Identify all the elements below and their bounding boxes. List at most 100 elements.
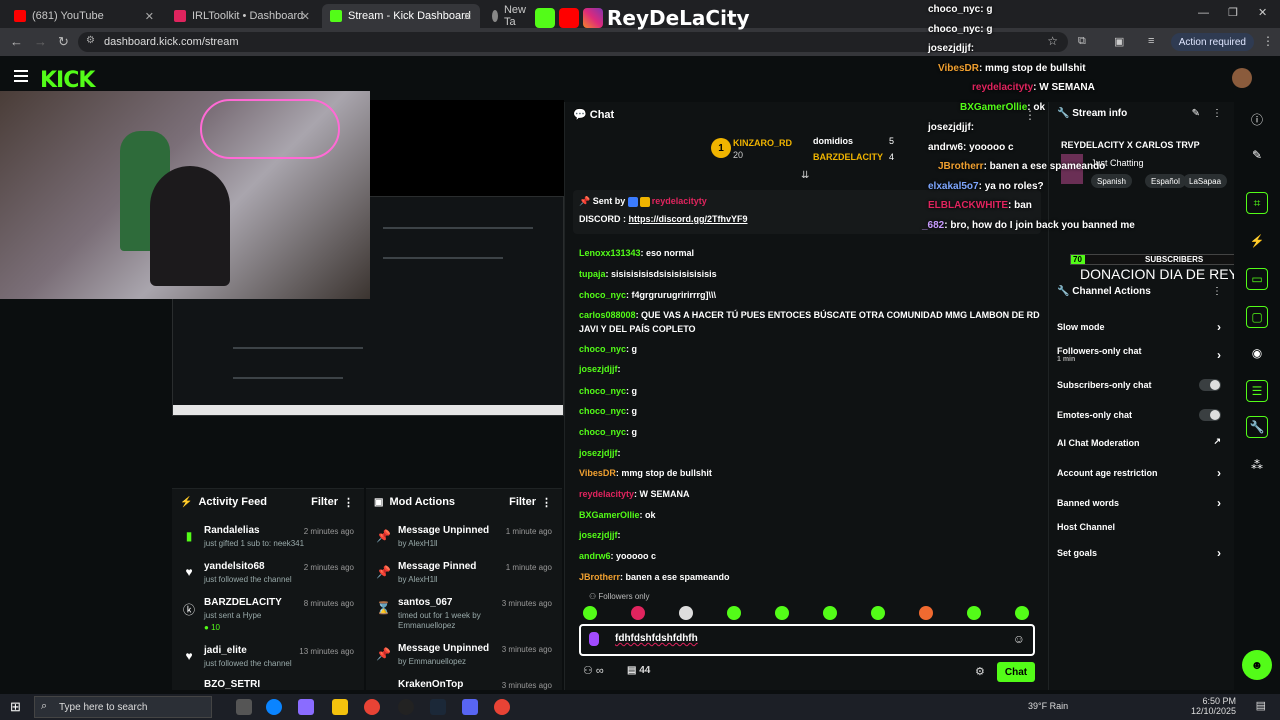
hamburger-menu-icon[interactable]: [14, 70, 28, 82]
browser-menu-icon[interactable]: ⋮: [1262, 34, 1274, 48]
site-info-icon[interactable]: ⚙: [86, 35, 95, 46]
chat-username[interactable]: VibesDR: [579, 468, 616, 478]
mod-action-name[interactable]: santos_067: [398, 597, 452, 608]
more-options-icon[interactable]: ⋮: [541, 496, 552, 509]
mod-action-name[interactable]: KrakenOnTop: [398, 679, 463, 690]
more-options-icon[interactable]: ⋮: [343, 496, 354, 509]
activity-user[interactable]: jadi_elite: [204, 645, 247, 656]
chat-username[interactable]: carlos088008: [579, 310, 636, 320]
chat-username[interactable]: josezjdjjf: [579, 448, 618, 458]
emote-icon[interactable]: [583, 606, 597, 620]
lightning-icon[interactable]: ⚡: [1246, 230, 1268, 252]
emoji-icon[interactable]: ☺: [1013, 632, 1025, 646]
tab-search-icon[interactable]: ▣: [1114, 35, 1124, 48]
window-close-icon[interactable]: ✕: [1258, 6, 1267, 19]
taskbar-search[interactable]: ⌕ Type here to search: [34, 696, 212, 718]
maximize-icon[interactable]: ❐: [1228, 6, 1238, 19]
reload-icon[interactable]: ↻: [58, 34, 69, 50]
activity-user[interactable]: Randalelias: [204, 525, 260, 536]
tab-irltoolkit[interactable]: IRLToolkit • Dashboard ✕: [166, 4, 318, 28]
tab-kick-dashboard[interactable]: Stream - Kick Dashboard ✕: [322, 4, 480, 28]
forward-icon[interactable]: →: [34, 34, 47, 49]
obs-icon[interactable]: [398, 699, 414, 715]
emote-icon[interactable]: [631, 606, 645, 620]
stream-tag[interactable]: Spanish: [1091, 174, 1132, 188]
broadcast-icon[interactable]: ◉: [1246, 342, 1268, 364]
set-goals-item[interactable]: Set goals ›: [1057, 546, 1227, 560]
emote-icon[interactable]: [967, 606, 981, 620]
chat-username[interactable]: choco_nyc: [579, 344, 626, 354]
chat-username[interactable]: choco_nyc: [579, 290, 626, 300]
emote-icon[interactable]: [823, 606, 837, 620]
collapse-gifters-icon[interactable]: ⇊: [801, 170, 809, 181]
chat-username[interactable]: josezjdjjf: [579, 364, 618, 374]
gifter-name[interactable]: KINZARO_RD: [733, 138, 792, 148]
url-field[interactable]: ⚙ dashboard.kick.com/stream ☆: [78, 32, 1068, 52]
followers-only-chat-item[interactable]: Followers-only chat 1 min ›: [1057, 346, 1227, 363]
emote-icon[interactable]: [727, 606, 741, 620]
host-channel-item[interactable]: Host Channel: [1057, 522, 1227, 532]
more-options-icon[interactable]: ⋮: [1212, 286, 1222, 297]
share-icon[interactable]: ⁂: [1246, 454, 1268, 476]
notification-icon[interactable]: ▤: [1256, 699, 1266, 712]
emote-icon[interactable]: [1015, 606, 1029, 620]
chat-username[interactable]: choco_nyc: [579, 386, 626, 396]
pencil-icon[interactable]: ✎: [1246, 144, 1268, 166]
discord-icon[interactable]: [462, 699, 478, 715]
activity-user[interactable]: BARZDELACITY: [204, 597, 282, 608]
windows-start-icon[interactable]: ⊞: [10, 699, 21, 715]
back-icon[interactable]: ←: [10, 34, 23, 49]
activity-user[interactable]: BZO_SETRI: [204, 679, 260, 690]
send-chat-button[interactable]: Chat: [997, 662, 1035, 682]
chrome-active-icon[interactable]: [494, 699, 510, 715]
infinity-icon[interactable]: ⚇ ∞: [583, 664, 604, 677]
action-required-button[interactable]: Action required: [1170, 33, 1254, 51]
more-options-icon[interactable]: ⋮: [1212, 108, 1222, 119]
media-icon[interactable]: ≡: [1148, 35, 1154, 47]
chat-input[interactable]: fdhfdshfdshfdhfh ☺: [579, 624, 1035, 656]
chat-username[interactable]: choco_nyc: [579, 406, 626, 416]
filter-button[interactable]: Filter: [311, 496, 338, 508]
help-fab-icon[interactable]: ☻: [1242, 650, 1272, 680]
chat-settings-icon[interactable]: ⚙: [975, 665, 985, 678]
microphone-icon[interactable]: [589, 632, 599, 646]
banned-words-item[interactable]: Banned words ›: [1057, 496, 1227, 510]
edit-icon[interactable]: ✎: [1192, 108, 1200, 119]
filter-button[interactable]: Filter: [509, 496, 536, 508]
emote-icon[interactable]: [775, 606, 789, 620]
chat-username[interactable]: tupaja: [579, 269, 606, 279]
chat-username[interactable]: andrw6: [579, 551, 611, 561]
info-icon[interactable]: ⓘ: [1246, 108, 1268, 130]
extensions-icon[interactable]: ⧉: [1078, 35, 1086, 48]
emote-icon[interactable]: [679, 606, 693, 620]
minimize-icon[interactable]: —: [1198, 7, 1209, 19]
account-age-item[interactable]: Account age restriction ›: [1057, 466, 1227, 480]
chat-username[interactable]: reydelacityty: [579, 489, 634, 499]
user-avatar[interactable]: [1232, 68, 1252, 88]
rectangle-icon[interactable]: ▭: [1246, 268, 1268, 290]
emote-icon[interactable]: [919, 606, 933, 620]
gifter-name[interactable]: BARZDELACITY: [813, 152, 883, 162]
task-view-icon[interactable]: [236, 699, 252, 715]
chat-username[interactable]: Lenoxx131343: [579, 248, 641, 258]
activity-user[interactable]: yandelsito68: [204, 561, 265, 572]
emote-icon[interactable]: [871, 606, 885, 620]
file-explorer-icon[interactable]: [332, 699, 348, 715]
tab-new[interactable]: New Ta: [484, 4, 534, 28]
emotes-only-toggle[interactable]: [1199, 409, 1221, 421]
stream-tag[interactable]: LaSapaa: [1183, 174, 1228, 188]
kick-logo[interactable]: KICK: [40, 68, 95, 93]
layout-icon[interactable]: ⌗: [1246, 192, 1268, 214]
copilot-icon[interactable]: [298, 699, 314, 715]
edge-icon[interactable]: [266, 699, 282, 715]
tab-youtube[interactable]: (681) YouTube ✕: [6, 4, 162, 28]
close-icon[interactable]: ✕: [301, 10, 310, 23]
list-icon[interactable]: ☰: [1246, 380, 1268, 402]
chat-username[interactable]: josezjdjjf: [579, 530, 618, 540]
stream-tag[interactable]: Español: [1145, 174, 1186, 188]
close-icon[interactable]: ✕: [463, 10, 472, 23]
system-clock[interactable]: 6:50 PM 12/10/2025: [1191, 696, 1236, 716]
close-icon[interactable]: ✕: [145, 10, 154, 23]
chat-username[interactable]: JBrotherr: [579, 572, 620, 582]
discord-link[interactable]: https://discord.gg/2TfhvYF9: [629, 214, 748, 224]
